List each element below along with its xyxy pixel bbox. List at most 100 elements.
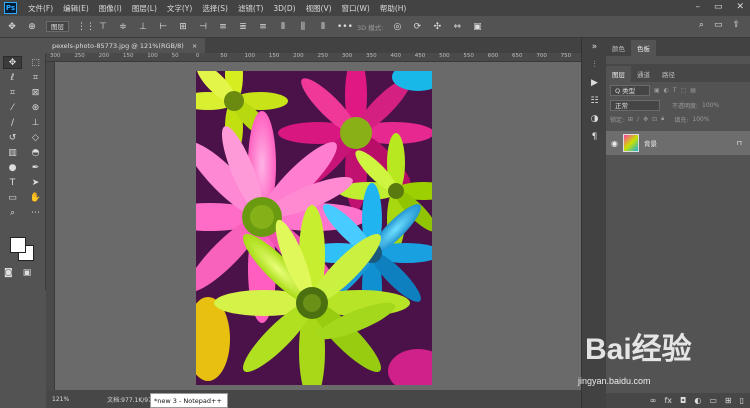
menu-help[interactable]: 帮助(H) (375, 3, 412, 14)
rectangle-tool-icon[interactable]: ▭ (3, 191, 22, 204)
menu-window[interactable]: 窗口(W) (337, 3, 375, 14)
tab-channels[interactable]: 通道 (631, 66, 656, 82)
menu-image[interactable]: 图像(I) (94, 3, 127, 14)
fill-value[interactable]: 100% (692, 116, 709, 123)
menu-edit[interactable]: 编辑(E) (58, 3, 94, 14)
hand-tool-icon[interactable]: ✋ (26, 191, 45, 204)
filter-adjust-icon[interactable]: ◐ (664, 87, 669, 94)
layer-row-background[interactable]: ◉ 背景 ⊓ (606, 131, 750, 155)
lock-artboard-icon[interactable]: ⊡ (652, 116, 657, 123)
menu-view[interactable]: 视图(V) (301, 3, 337, 14)
lock-image-icon[interactable]: ∕ (637, 116, 639, 123)
quick-select-tool-icon[interactable]: ⌗ (26, 71, 45, 84)
crop-tool-icon[interactable]: ⌗ (3, 86, 22, 99)
paragraph-panel-icon[interactable]: ¶ (582, 128, 607, 146)
filter-type-icon[interactable]: T (673, 87, 677, 94)
maximize-icon[interactable]: ▭ (714, 2, 723, 12)
filter-smart-icon[interactable]: ▤ (690, 87, 696, 94)
gradient-tool-icon[interactable]: ▥ (3, 146, 22, 159)
tab-swatches[interactable]: 色板 (631, 40, 656, 56)
adjustments-panel-icon[interactable]: ◑ (582, 110, 607, 128)
align-center-icon[interactable]: ⊞ (177, 22, 189, 32)
blur-tool-icon[interactable]: ◓ (26, 146, 45, 159)
kind-filter[interactable]: Q 类型 (610, 84, 650, 96)
more-tools-icon[interactable]: ⋯ (26, 206, 45, 219)
tab-color[interactable]: 颜色 (606, 40, 631, 56)
dodge-tool-icon[interactable]: ● (3, 161, 22, 174)
align-left-icon[interactable]: ⊢ (157, 22, 169, 32)
auto-select-icon[interactable]: ⊕ (26, 22, 38, 32)
layer-filter-row: Q 类型 ▣ ◐ T ⬚ ▤ (606, 82, 750, 98)
distribute-left-icon[interactable]: ⫴ (277, 22, 289, 32)
zoom-tool-icon[interactable]: ⌕ (3, 206, 22, 219)
collapse-panels-icon[interactable]: » (582, 38, 607, 56)
brush-tool-icon[interactable]: ∕ (3, 116, 22, 129)
ruler-tick-label: 450 (414, 53, 426, 59)
distribute-middle-icon[interactable]: ≣ (237, 22, 249, 32)
menu-select[interactable]: 选择(S) (197, 3, 233, 14)
pasteboard[interactable] (55, 62, 581, 390)
pen-tool-icon[interactable]: ✒ (26, 161, 45, 174)
visibility-eye-icon[interactable]: ◉ (611, 139, 618, 148)
opacity-value[interactable]: 100% (702, 102, 719, 109)
menu-layer[interactable]: 图层(L) (127, 3, 162, 14)
align-middle-icon[interactable]: ≑ (117, 22, 129, 32)
lasso-tool-icon[interactable]: ℓ (3, 71, 22, 84)
blend-mode-select[interactable]: 正常 (610, 99, 660, 111)
align-top-icon[interactable]: ⊤ (97, 22, 109, 32)
3d-pan-icon[interactable]: ✣ (431, 22, 443, 32)
history-brush-tool-icon[interactable]: ↺ (3, 131, 22, 144)
actions-panel-icon[interactable]: ▶ (582, 74, 607, 92)
stamp-tool-icon[interactable]: ⊥ (26, 116, 45, 129)
tab-layers[interactable]: 图层 (606, 66, 631, 82)
3d-roll-icon[interactable]: ⟳ (411, 22, 423, 32)
frame-tool-icon[interactable]: ⊠ (26, 86, 45, 99)
transform-controls-icon[interactable]: ⋮⋮ (77, 22, 95, 32)
workspace-icon[interactable]: ▭ (714, 20, 723, 30)
eraser-tool-icon[interactable]: ◇ (26, 131, 45, 144)
distribute-right-icon[interactable]: ⫴ (317, 22, 329, 32)
lock-position-icon[interactable]: ✥ (643, 116, 648, 123)
history-panel-icon[interactable]: ⫶ (582, 56, 607, 74)
3d-scale-icon[interactable]: ▣ (471, 22, 483, 32)
menu-filter[interactable]: 滤镜(T) (233, 3, 268, 14)
zoom-level[interactable]: 121% (52, 396, 69, 403)
document-tab[interactable]: pexels-photo-85773.jpg @ 121%(RGB/8) × (46, 38, 206, 53)
screen-mode-icon[interactable]: ▣ (23, 268, 32, 278)
align-right-icon[interactable]: ⊣ (197, 22, 209, 32)
properties-panel-icon[interactable]: ☷ (582, 92, 607, 110)
filter-pixel-icon[interactable]: ▣ (654, 87, 660, 94)
healing-brush-tool-icon[interactable]: ⊛ (26, 101, 45, 114)
move-tool-icon[interactable]: ✥ (3, 56, 22, 69)
align-bottom-icon[interactable]: ⊥ (137, 22, 149, 32)
share-icon[interactable]: ⇪ (732, 20, 740, 30)
minimize-icon[interactable]: – (695, 2, 700, 12)
lock-transparent-icon[interactable]: ⊞ (628, 116, 633, 123)
distribute-bottom-icon[interactable]: ≡ (257, 22, 269, 32)
notepad-taskbar-item[interactable]: *new 3 - Notepad++ (150, 393, 228, 408)
path-select-tool-icon[interactable]: ➤ (26, 176, 45, 189)
distribute-top-icon[interactable]: ≡ (217, 22, 229, 32)
lock-all-icon[interactable]: 🔒︎ (661, 115, 664, 123)
menu-file[interactable]: 文件(F) (23, 3, 58, 14)
filter-shape-icon[interactable]: ⬚ (681, 87, 687, 94)
search-icon[interactable]: ⌕ (699, 20, 704, 30)
3d-slide-icon[interactable]: ⇔ (451, 22, 463, 32)
auto-select-dropdown[interactable]: 图层 (46, 21, 69, 32)
foreground-color-swatch[interactable] (10, 237, 26, 253)
image-canvas[interactable] (196, 71, 432, 385)
menu-3d[interactable]: 3D(D) (268, 4, 300, 13)
close-tab-icon[interactable]: × (192, 42, 197, 50)
menu-type[interactable]: 文字(Y) (162, 3, 197, 14)
3d-orbit-icon[interactable]: ◎ (391, 22, 403, 32)
quick-mask-icon[interactable]: ◙ (4, 268, 13, 278)
close-icon[interactable]: ✕ (736, 2, 744, 12)
more-options-icon[interactable]: ••• (337, 22, 353, 32)
distribute-center-icon[interactable]: ⫼ (297, 22, 309, 32)
eyedropper-tool-icon[interactable]: ⁄ (3, 101, 22, 114)
type-tool-icon[interactable]: T (3, 176, 22, 189)
tab-paths[interactable]: 路径 (656, 66, 681, 82)
marquee-tool-icon[interactable]: ⬚ (26, 56, 45, 69)
move-tool-icon[interactable]: ✥ (6, 22, 18, 32)
ruler-tick-label: 100 (244, 53, 256, 59)
